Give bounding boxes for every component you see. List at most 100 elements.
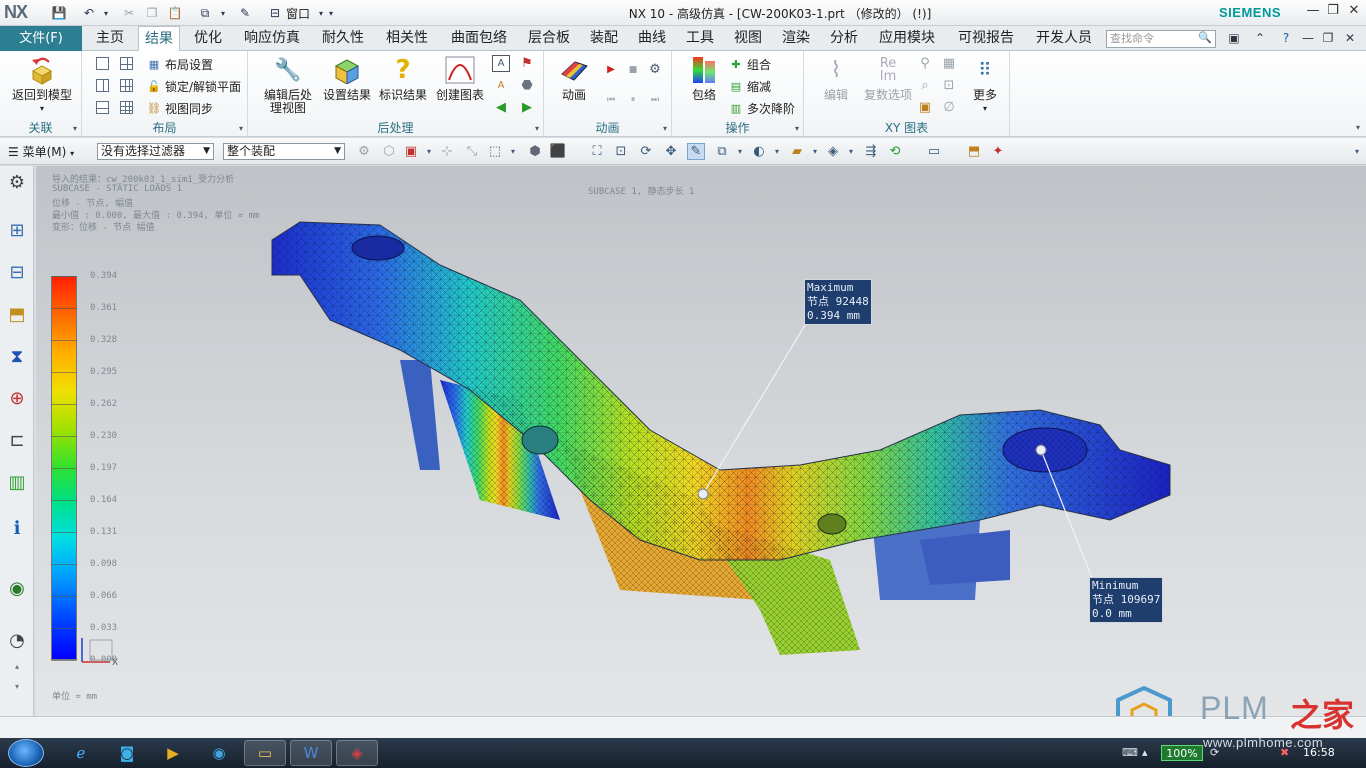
- group-expand-icon[interactable]: ▾: [535, 124, 539, 133]
- word-icon[interactable]: W: [290, 740, 332, 766]
- chart-settings-icon[interactable]: ▣: [916, 99, 934, 116]
- first-frame-icon[interactable]: ⏮: [602, 91, 620, 108]
- dropdown-icon[interactable]: ▾: [768, 143, 786, 160]
- file-menu-tab[interactable]: 文件(F): [0, 26, 82, 51]
- create-chart-button[interactable]: 创建图表: [432, 55, 488, 102]
- tab-surface-wrap[interactable]: 曲面包络: [442, 26, 516, 51]
- selection-filter-select[interactable]: 没有选择过滤器 ▼: [97, 143, 214, 160]
- cut-icon[interactable]: ✂: [120, 4, 138, 22]
- layout-nine-icon[interactable]: [120, 101, 133, 114]
- assembly-scope-select[interactable]: 整个装配 ▼: [223, 143, 345, 160]
- history-icon[interactable]: ◔: [5, 628, 29, 652]
- save-icon[interactable]: 💾: [50, 4, 68, 22]
- menu-button[interactable]: ☰ 菜单(M) ▾: [8, 143, 74, 160]
- reduce-button[interactable]: ▤ 缩减: [728, 77, 771, 95]
- ie-icon[interactable]: ℯ: [60, 740, 102, 766]
- setup-results-button[interactable]: 设置结果: [320, 55, 374, 102]
- search-icon[interactable]: 🔍: [1198, 31, 1212, 44]
- tab-render[interactable]: 渲染: [774, 26, 818, 51]
- tab-laminate[interactable]: 层合板: [520, 26, 578, 51]
- view-sync-button[interactable]: ⛓ 视图同步: [146, 99, 213, 117]
- edit-chart-button[interactable]: ⌇ 编辑: [814, 55, 858, 102]
- animation-settings-icon[interactable]: ⚙: [646, 61, 664, 78]
- return-to-model-button[interactable]: 返回到模型 ▾: [6, 55, 78, 115]
- select-face-icon[interactable]: ⬢: [526, 143, 544, 160]
- repeat-dropdown-icon[interactable]: ▾: [214, 4, 232, 22]
- multi-reduce-button[interactable]: ▥ 多次降阶: [728, 99, 795, 117]
- play-icon[interactable]: ▶: [602, 61, 620, 78]
- doc-minimize-icon[interactable]: —: [1300, 31, 1316, 47]
- layout-settings-button[interactable]: ▦ 布局设置: [146, 55, 213, 73]
- tab-assembly[interactable]: 装配: [582, 26, 626, 51]
- notify-icon[interactable]: ▴: [1142, 746, 1148, 759]
- settings-icon[interactable]: ⚙: [5, 170, 29, 194]
- probe-icon[interactable]: ⚲: [916, 55, 934, 72]
- tab-results[interactable]: 结果: [138, 26, 180, 51]
- tab-visual-report[interactable]: 可视报告: [948, 26, 1024, 51]
- last-frame-icon[interactable]: ⏭: [646, 91, 664, 108]
- marker-icon[interactable]: ⚑: [518, 55, 536, 72]
- post-navigator-icon[interactable]: ⊟: [5, 260, 29, 284]
- tab-optimization[interactable]: 优化: [186, 26, 230, 51]
- model-icon[interactable]: ⬣: [518, 77, 536, 94]
- tab-home[interactable]: 主页: [88, 26, 132, 51]
- simulation-navigator-icon[interactable]: ⊞: [5, 218, 29, 242]
- rotate-icon[interactable]: ⟳: [637, 143, 655, 160]
- repeat-command-icon[interactable]: ⧉: [196, 4, 214, 22]
- tab-application[interactable]: 应用模块: [870, 26, 944, 51]
- axis-icon[interactable]: ⊡: [940, 77, 958, 94]
- group-expand-icon[interactable]: ▾: [239, 124, 243, 133]
- ribbon-overflow-icon[interactable]: ▾: [1356, 123, 1360, 132]
- note-icon[interactable]: A: [492, 77, 510, 94]
- close-button[interactable]: ✕: [1343, 3, 1365, 21]
- tab-analysis[interactable]: 分析: [822, 26, 866, 51]
- select-point-icon[interactable]: ⊹: [438, 143, 456, 160]
- doc-close-icon[interactable]: ✕: [1342, 31, 1358, 47]
- minimize-button[interactable]: —: [1302, 3, 1324, 21]
- scroll-down-icon[interactable]: ▾: [5, 674, 29, 698]
- start-button[interactable]: [8, 739, 44, 767]
- layout-vertical-split-icon[interactable]: [96, 79, 109, 92]
- customize-qa-icon[interactable]: ▾: [322, 4, 340, 22]
- select-rect-icon[interactable]: ▣: [402, 143, 420, 160]
- measure-icon[interactable]: ▭: [925, 143, 943, 160]
- chat-app-icon[interactable]: ◙: [106, 740, 148, 766]
- select-feature-icon[interactable]: ⚙: [355, 143, 373, 160]
- group-expand-icon[interactable]: ▾: [73, 124, 77, 133]
- lock-unlock-plane-button[interactable]: 🔓 锁定/解锁平面: [146, 77, 241, 95]
- select-curve-icon[interactable]: ⤡: [463, 143, 481, 160]
- layout-quad-icon[interactable]: [120, 57, 133, 70]
- part-navigator-icon[interactable]: ⬒: [965, 143, 983, 160]
- combine-button[interactable]: ✚ 组合: [728, 55, 771, 73]
- tab-developer[interactable]: 开发人员: [1028, 26, 1100, 51]
- explorer-icon[interactable]: ▭: [244, 740, 286, 766]
- layout-six-icon[interactable]: [120, 79, 133, 92]
- media-player-icon[interactable]: ▶: [152, 740, 194, 766]
- display-section-icon[interactable]: ◈: [824, 143, 842, 160]
- zoom-window-icon[interactable]: ⊡: [612, 143, 630, 160]
- annotation-icon[interactable]: A: [492, 55, 510, 72]
- doc-restore-icon[interactable]: ❐: [1320, 31, 1336, 47]
- fea-mesh-model[interactable]: [36, 166, 1366, 716]
- assembly-navigator-icon[interactable]: ⬒: [5, 302, 29, 326]
- collapse-ribbon-icon[interactable]: ⌃: [1252, 31, 1268, 47]
- copy-icon[interactable]: ❐: [143, 4, 161, 22]
- select-solid-icon[interactable]: ⬛: [549, 143, 567, 160]
- envelope-button[interactable]: 包络: [682, 55, 726, 102]
- tab-view[interactable]: 视图: [726, 26, 770, 51]
- window-menu[interactable]: 窗口: [286, 5, 310, 22]
- paste-icon[interactable]: 📋: [166, 4, 184, 22]
- fit-view-icon[interactable]: ⛶: [588, 143, 606, 160]
- model-history-icon[interactable]: ⟲: [886, 143, 904, 160]
- layout-horizontal-split-icon[interactable]: [96, 101, 109, 114]
- keyboard-icon[interactable]: ⌨: [1122, 746, 1138, 759]
- toolbar-overflow-icon[interactable]: ▾: [1348, 143, 1366, 160]
- group-expand-icon[interactable]: ▾: [795, 124, 799, 133]
- more-button[interactable]: ⠿ 更多 ▾: [964, 55, 1006, 115]
- part-navigator-icon[interactable]: ⊕: [5, 386, 29, 410]
- next-icon[interactable]: ▶: [518, 99, 536, 116]
- graphics-window[interactable]: 导入的结果：cw_200k03_1_sim1_受力分析 SUBCASE - ST…: [36, 166, 1366, 716]
- dropdown-icon[interactable]: ▾: [842, 143, 860, 160]
- animation-button[interactable]: 动画: [552, 55, 596, 102]
- complex-options-button[interactable]: Re Im 复数选项: [856, 55, 920, 102]
